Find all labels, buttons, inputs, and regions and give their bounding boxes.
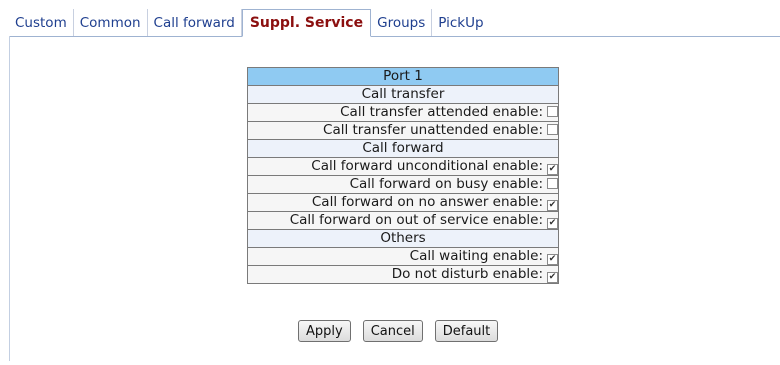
tab-pickup[interactable]: PickUp	[432, 9, 490, 37]
setting-label: Do not disturb enable:	[391, 266, 543, 282]
tab-common[interactable]: Common	[73, 9, 148, 37]
tab-bar: Custom Common Call forward Suppl. Servic…	[9, 9, 490, 37]
setting-label: Call forward on busy enable:	[349, 176, 543, 192]
section-header-others: Others	[247, 229, 559, 248]
tab-groups[interactable]: Groups	[371, 9, 433, 37]
tab-divider	[9, 36, 780, 37]
setting-label: Call forward on no answer enable:	[311, 194, 543, 210]
cf-out-of-service-checkbox[interactable]: ✔	[547, 218, 558, 229]
section-title: Call forward	[247, 139, 559, 158]
section-header-call-forward: Call forward	[247, 139, 559, 158]
setting-row-call-transfer-unattended: Call transfer unattended enable:	[247, 121, 559, 140]
setting-row-cf-out-of-service: Call forward on out of service enable: ✔	[247, 211, 559, 230]
setting-label: Call transfer attended enable:	[340, 104, 543, 120]
setting-label: Call forward on out of service enable:	[289, 212, 543, 228]
setting-row-cf-no-answer: Call forward on no answer enable: ✔	[247, 193, 559, 212]
section-title: Others	[247, 229, 559, 248]
setting-row-call-transfer-attended: Call transfer attended enable:	[247, 103, 559, 122]
cf-unconditional-checkbox[interactable]: ✔	[547, 164, 558, 175]
action-buttons: Apply Cancel Default	[298, 320, 499, 342]
suppl-service-table: Port 1 Call transfer Call transfer atten…	[247, 67, 559, 284]
default-button[interactable]: Default	[434, 320, 499, 342]
port-title: Port 1	[247, 67, 559, 86]
do-not-disturb-checkbox[interactable]: ✔	[547, 272, 558, 283]
apply-button[interactable]: Apply	[298, 320, 351, 342]
setting-row-cf-unconditional: Call forward unconditional enable: ✔	[247, 157, 559, 176]
content-border	[9, 36, 10, 361]
setting-row-call-waiting: Call waiting enable: ✔	[247, 247, 559, 266]
port-header-row: Port 1	[247, 67, 559, 86]
setting-row-cf-busy: Call forward on busy enable:	[247, 175, 559, 194]
section-header-call-transfer: Call transfer	[247, 85, 559, 104]
cf-no-answer-checkbox[interactable]: ✔	[547, 200, 558, 211]
cancel-button[interactable]: Cancel	[362, 320, 423, 342]
tab-call-forward[interactable]: Call forward	[147, 9, 242, 37]
tab-suppl-service[interactable]: Suppl. Service	[241, 9, 372, 37]
call-waiting-checkbox[interactable]: ✔	[547, 254, 558, 265]
call-transfer-attended-checkbox[interactable]	[547, 106, 558, 117]
setting-row-do-not-disturb: Do not disturb enable: ✔	[247, 265, 559, 284]
setting-label: Call waiting enable:	[409, 248, 543, 264]
setting-label: Call transfer unattended enable:	[323, 122, 543, 138]
section-title: Call transfer	[247, 85, 559, 104]
cf-busy-checkbox[interactable]	[547, 178, 558, 189]
tab-custom[interactable]: Custom	[9, 9, 74, 37]
call-transfer-unattended-checkbox[interactable]	[547, 124, 558, 135]
setting-label: Call forward unconditional enable:	[311, 158, 543, 174]
